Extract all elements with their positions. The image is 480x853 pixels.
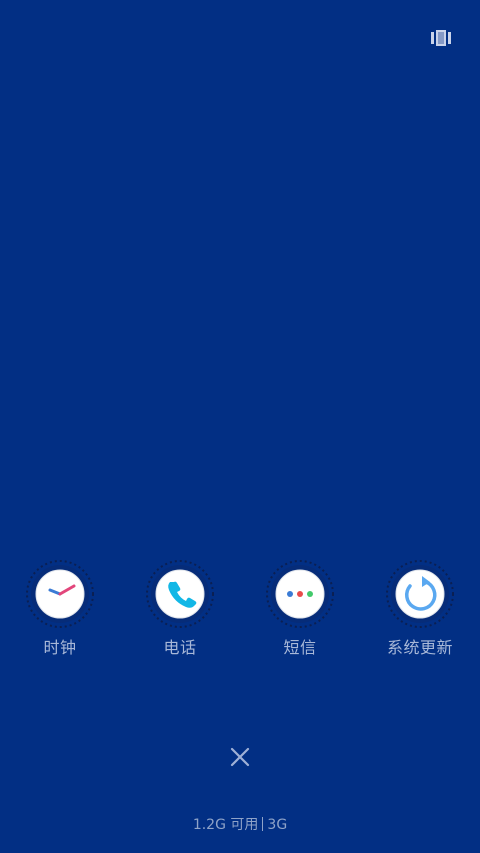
recent-apps-screen: 时钟 电话 短信 系统更新 1.2G 可用 3G xyxy=(0,0,480,853)
app-phone[interactable]: 电话 xyxy=(120,560,240,658)
app-shortcuts: 时钟 电话 短信 系统更新 xyxy=(0,560,480,670)
app-label-system-update: 系统更新 xyxy=(386,638,453,657)
close-icon[interactable] xyxy=(227,744,253,770)
memory-divider xyxy=(262,817,264,831)
app-label-clock: 时钟 xyxy=(43,638,77,657)
update-icon xyxy=(386,560,454,628)
phone-icon xyxy=(146,560,214,628)
app-label-messages: 短信 xyxy=(283,638,317,657)
clock-icon xyxy=(26,560,94,628)
app-clock[interactable]: 时钟 xyxy=(0,560,120,658)
app-label-phone: 电话 xyxy=(163,638,197,657)
message-icon xyxy=(266,560,334,628)
app-system-update[interactable]: 系统更新 xyxy=(360,560,480,658)
memory-available: 1.2G 可用 xyxy=(192,817,259,833)
memory-status: 1.2G 可用 3G xyxy=(0,815,480,835)
app-messages[interactable]: 短信 xyxy=(240,560,360,658)
memory-total: 3G xyxy=(267,817,288,833)
multi-window-icon[interactable] xyxy=(431,30,451,46)
